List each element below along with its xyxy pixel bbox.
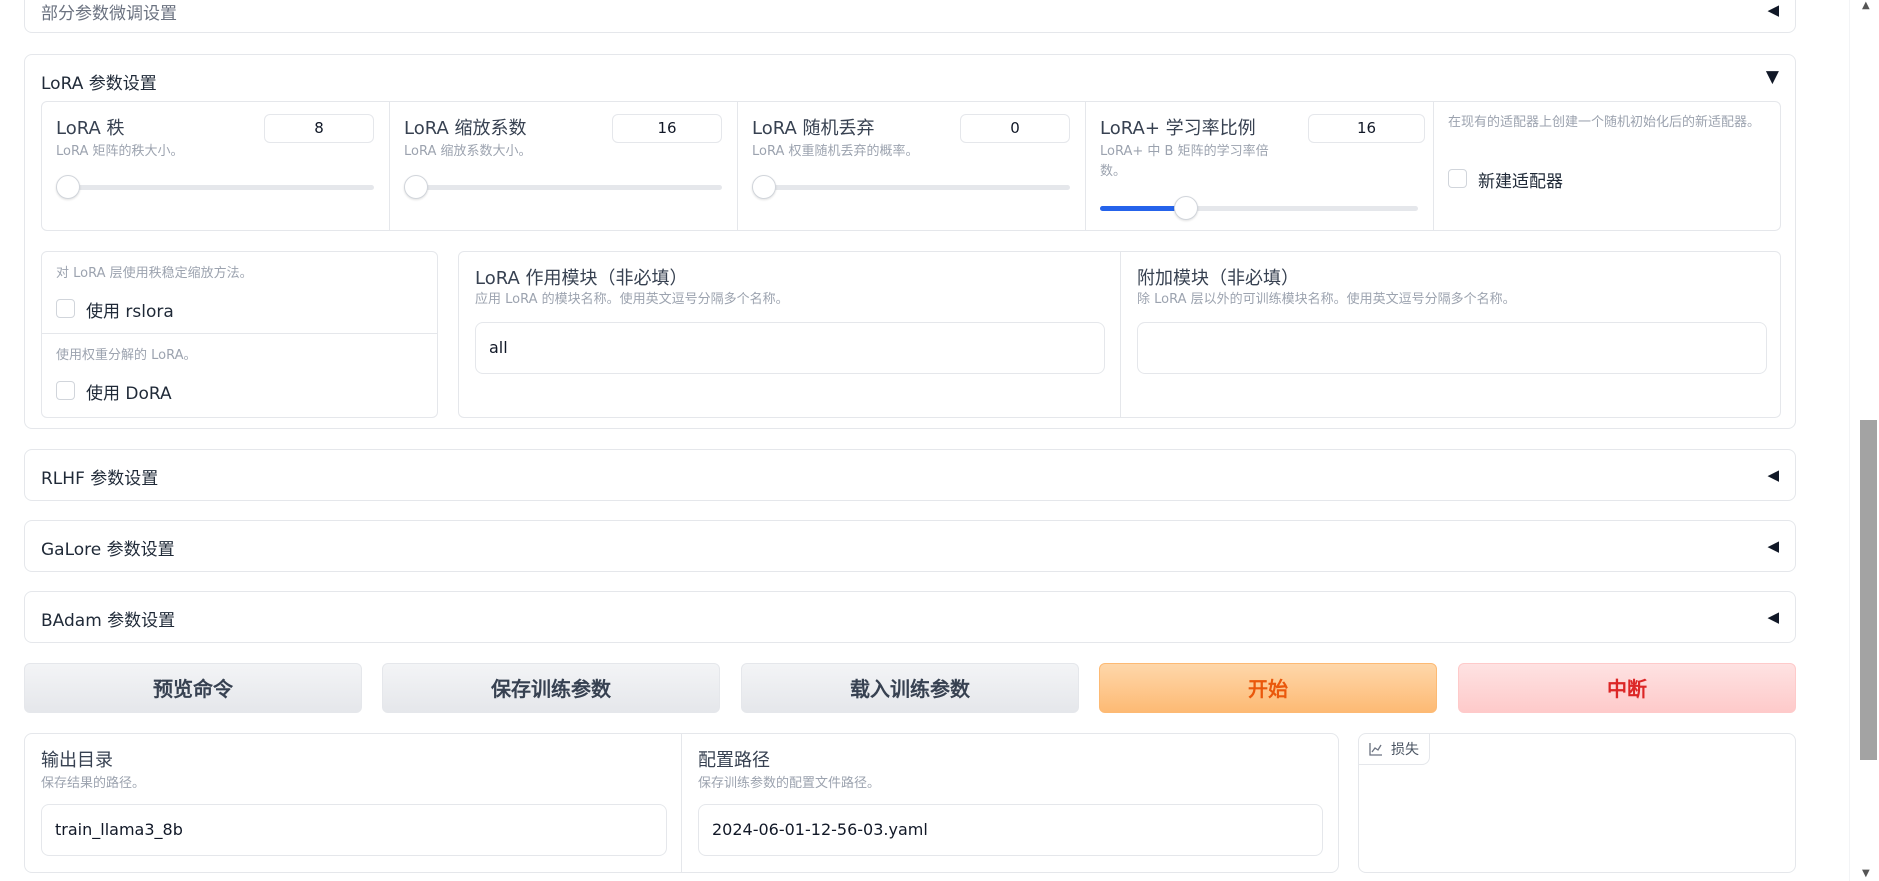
start-button[interactable]: 开始 <box>1099 663 1437 713</box>
lora-rank-desc: LoRA 矩阵的秩大小。 <box>56 144 184 159</box>
slider-thumb[interactable] <box>404 175 428 199</box>
lora-rank-label: LoRA 秩 <box>56 118 125 139</box>
loss-plot-tag: 损失 <box>1359 734 1430 765</box>
accordion-title: 部分参数微调设置 <box>41 4 177 24</box>
accordion-title: BAdam 参数设置 <box>41 611 176 631</box>
additional-target-desc: 除 LoRA 层以外的可训练模块名称。使用英文逗号分隔多个名称。 <box>1137 292 1516 307</box>
lora-alpha-slider[interactable] <box>404 175 722 199</box>
stop-button[interactable]: 中断 <box>1458 663 1796 713</box>
accordion-title: RLHF 参数设置 <box>41 469 159 489</box>
accordion-partial-params[interactable]: 部分参数微调设置 ◀ <box>24 0 1796 33</box>
lora-dropout-label: LoRA 随机丢弃 <box>752 118 875 139</box>
dora-checkbox[interactable] <box>56 381 75 400</box>
additional-target-input[interactable] <box>1137 322 1767 374</box>
lora-alpha-field: LoRA 缩放系数 16 LoRA 缩放系数大小。 <box>390 102 738 230</box>
accordion-rlhf-params[interactable]: RLHF 参数设置 ◀ <box>24 449 1796 501</box>
config-path-desc: 保存训练参数的配置文件路径。 <box>698 776 881 791</box>
new-adapter-field: 在现有的适配器上创建一个随机初始化后的新适配器。 新建适配器 <box>1434 102 1782 230</box>
lora-dropout-desc: LoRA 权重随机丢弃的概率。 <box>752 144 919 159</box>
output-dir-desc: 保存结果的路径。 <box>41 776 146 791</box>
loraplus-ratio-label: LoRA+ 学习率比例 <box>1100 118 1256 139</box>
lora-rank-field: LoRA 秩 8 LoRA 矩阵的秩大小。 <box>42 102 390 230</box>
chart-icon <box>1369 743 1382 756</box>
config-path-field: 配置路径 保存训练参数的配置文件路径。 2024-06-01-12-56-03.… <box>682 734 1340 872</box>
collapse-arrow-icon[interactable]: ◀ <box>1767 608 1779 626</box>
new-adapter-label[interactable]: 新建适配器 <box>1478 167 1563 192</box>
lora-dropout-input[interactable]: 0 <box>960 114 1070 143</box>
output-dir-label: 输出目录 <box>41 750 113 771</box>
accordion-badam-params[interactable]: BAdam 参数设置 ◀ <box>24 591 1796 643</box>
lora-target-input[interactable]: all <box>475 322 1105 374</box>
load-args-button[interactable]: 载入训练参数 <box>741 663 1079 713</box>
slider-thumb[interactable] <box>56 175 80 199</box>
dora-desc: 使用权重分解的 LoRA。 <box>56 348 197 363</box>
collapse-arrow-icon[interactable]: ◀ <box>1767 1 1779 19</box>
config-path-label: 配置路径 <box>698 750 770 771</box>
page-scrollbar[interactable]: ▲ ▼ <box>1849 0 1879 881</box>
rslora-checkbox[interactable] <box>56 299 75 318</box>
collapse-arrow-icon[interactable]: ◀ <box>1767 537 1779 555</box>
lora-dropout-field: LoRA 随机丢弃 0 LoRA 权重随机丢弃的概率。 <box>738 102 1086 230</box>
slider-thumb[interactable] <box>752 175 776 199</box>
lora-alpha-label: LoRA 缩放系数 <box>404 118 527 139</box>
loss-plot: 损失 <box>1358 733 1796 873</box>
expand-arrow-icon[interactable]: ▼ <box>1766 67 1779 87</box>
slider-row: LoRA 秩 8 LoRA 矩阵的秩大小。 LoRA 缩放系数 16 LoRA … <box>41 101 1781 231</box>
loss-plot-label: 损失 <box>1391 742 1419 758</box>
accordion-title[interactable]: LoRA 参数设置 <box>41 69 157 94</box>
loraplus-ratio-field: LoRA+ 学习率比例 16 LoRA+ 中 B 矩阵的学习率倍数。 <box>1086 102 1434 230</box>
lora-target-field: LoRA 作用模块（非必填） 应用 LoRA 的模块名称。使用英文逗号分隔多个名… <box>459 252 1121 417</box>
output-dir-field: 输出目录 保存结果的路径。 train_llama3_8b <box>25 734 682 872</box>
config-path-input[interactable]: 2024-06-01-12-56-03.yaml <box>698 804 1323 856</box>
lora-dropout-slider[interactable] <box>752 175 1070 199</box>
accordion-lora-params: LoRA 参数设置 ▼ LoRA 秩 8 LoRA 矩阵的秩大小。 LoRA 缩… <box>24 54 1796 429</box>
preview-command-button[interactable]: 预览命令 <box>24 663 362 713</box>
output-dir-input[interactable]: train_llama3_8b <box>41 804 667 856</box>
additional-target-field: 附加模块（非必填） 除 LoRA 层以外的可训练模块名称。使用英文逗号分隔多个名… <box>1121 252 1782 417</box>
loraplus-ratio-slider[interactable] <box>1100 196 1418 220</box>
dora-label[interactable]: 使用 DoRA <box>86 379 172 404</box>
loraplus-ratio-desc: LoRA+ 中 B 矩阵的学习率倍数。 <box>1100 144 1269 179</box>
loraplus-ratio-input[interactable]: 16 <box>1308 114 1425 143</box>
lora-target-desc: 应用 LoRA 的模块名称。使用英文逗号分隔多个名称。 <box>475 292 789 307</box>
new-adapter-desc: 在现有的适配器上创建一个随机初始化后的新适配器。 <box>1448 115 1761 130</box>
accordion-galore-params[interactable]: GaLore 参数设置 ◀ <box>24 520 1796 572</box>
new-adapter-checkbox[interactable] <box>1448 169 1467 188</box>
scrollbar-thumb[interactable] <box>1860 420 1877 760</box>
lora-alpha-desc: LoRA 缩放系数大小。 <box>404 144 532 159</box>
accordion-title: GaLore 参数设置 <box>41 540 175 560</box>
lora-target-label: LoRA 作用模块（非必填） <box>475 268 688 289</box>
save-args-button[interactable]: 保存训练参数 <box>382 663 720 713</box>
rslora-desc: 对 LoRA 层使用秩稳定缩放方法。 <box>56 266 253 281</box>
slider-fill <box>1100 206 1186 211</box>
scroll-down-icon[interactable]: ▼ <box>1862 868 1870 879</box>
lora-alpha-input[interactable]: 16 <box>612 114 722 143</box>
lora-rank-input[interactable]: 8 <box>264 114 374 143</box>
collapse-arrow-icon[interactable]: ◀ <box>1767 466 1779 484</box>
module-fields: LoRA 作用模块（非必填） 应用 LoRA 的模块名称。使用英文逗号分隔多个名… <box>458 251 1781 418</box>
slider-thumb[interactable] <box>1173 196 1198 220</box>
lora-options-group: 对 LoRA 层使用秩稳定缩放方法。 使用 rslora 使用权重分解的 LoR… <box>41 251 438 418</box>
page: 部分参数微调设置 ◀ LoRA 参数设置 ▼ LoRA 秩 8 LoRA 矩阵的… <box>0 0 1850 881</box>
scroll-up-icon[interactable]: ▲ <box>1862 0 1870 11</box>
lora-rank-slider[interactable] <box>56 175 374 199</box>
rslora-label[interactable]: 使用 rslora <box>86 297 174 322</box>
additional-target-label: 附加模块（非必填） <box>1137 268 1299 289</box>
divider <box>42 333 437 334</box>
output-config-group: 输出目录 保存结果的路径。 train_llama3_8b 配置路径 保存训练参… <box>24 733 1339 873</box>
